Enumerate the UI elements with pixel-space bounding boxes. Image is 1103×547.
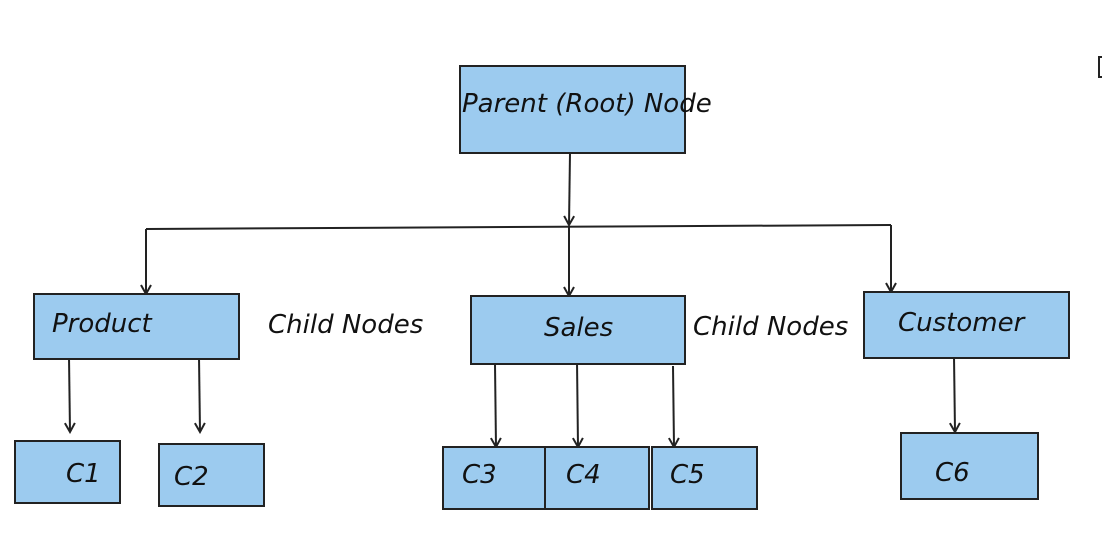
node-label-c5: C5	[670, 460, 705, 490]
node-label-c3: C3	[462, 460, 497, 490]
edge-sales-c4	[577, 360, 578, 447]
tree-diagram: Parent (Root) Node Product Sales Customer C1…	[14, 56, 1102, 510]
node-label-c4: C4	[566, 460, 601, 490]
node-label-c6: C6	[935, 458, 970, 488]
edge-customer-c6	[954, 355, 955, 432]
edge-root-bus	[569, 152, 570, 225]
node-label-c1: C1	[66, 459, 101, 489]
edge-sales-c5	[673, 365, 674, 447]
bracket-mark	[1098, 56, 1102, 78]
edge-product-c2	[199, 356, 200, 432]
annotation-child-nodes-2: Child Nodes	[693, 312, 848, 342]
edge-product-c1	[69, 356, 70, 432]
node-label-product: Product	[52, 309, 153, 339]
node-label-c2: C2	[174, 462, 209, 492]
node-label-sales: Sales	[544, 313, 613, 343]
node-label-root: Parent (Root) Node	[462, 89, 712, 119]
annotation-child-nodes-1: Child Nodes	[268, 310, 423, 340]
node-label-customer: Customer	[898, 308, 1027, 338]
edge-sales-c3	[495, 363, 496, 447]
edge-bus	[145, 224, 892, 230]
